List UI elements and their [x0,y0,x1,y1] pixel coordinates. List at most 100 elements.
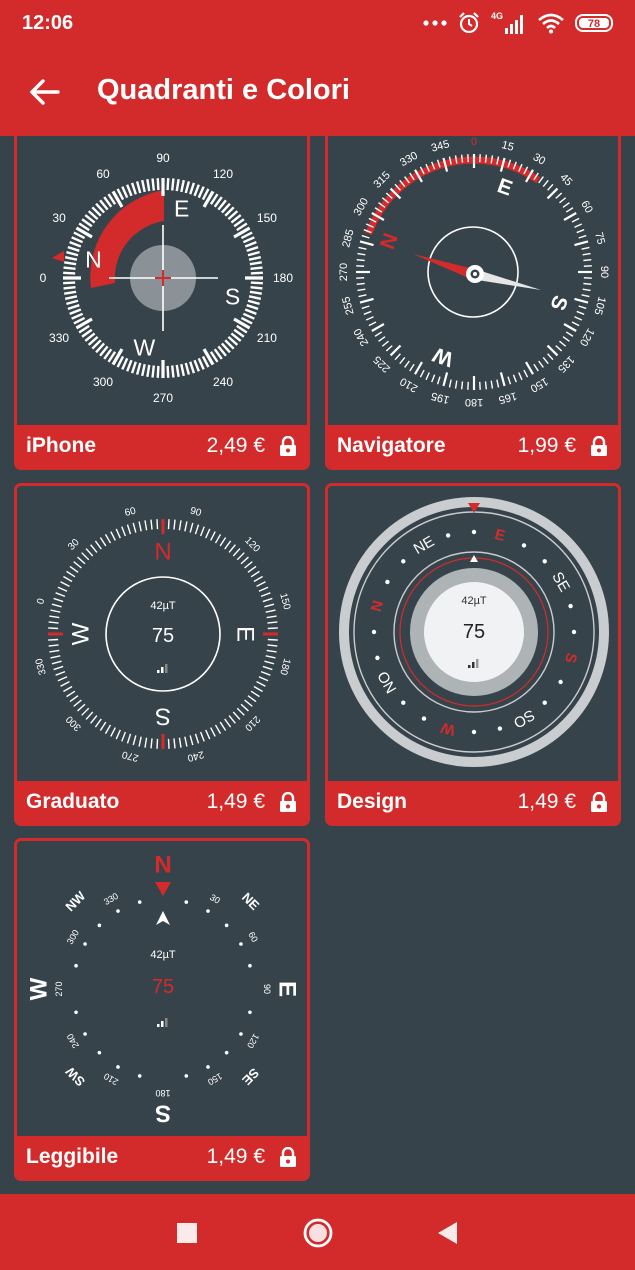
degree-label: 150 [206,1071,224,1087]
compass-face-leggibile: 306090120150180210240270300330 NESWNESES… [26,852,301,1127]
tick [249,290,262,295]
tick [219,721,227,731]
tick [499,372,506,387]
dial-preview-leggibile: 30 60 90 120 150 180 210 240 270 300 330 N E S W NE SE S… [17,841,307,1137]
tick [266,615,277,619]
tick [178,520,182,531]
ring-label: NE [411,533,438,558]
tick [175,364,180,377]
tick [63,281,76,285]
back-button[interactable] [24,70,68,114]
tick [121,357,129,370]
cardinal-label: N [376,230,403,252]
tick [81,552,90,561]
ring-dot [542,559,547,564]
tick [247,565,257,573]
ring-dot [97,923,102,928]
dial-card-graduato[interactable]: 0 30 60 90 120 150 180 210 240 270 300 330 N E S W 42µ… [14,483,310,826]
home-button[interactable] [301,1216,335,1250]
tick [236,552,245,561]
tick [63,271,76,275]
tick [171,365,175,378]
tick [436,376,441,385]
tick [242,236,255,244]
tick [571,321,580,327]
degree-label: 30 [52,211,66,225]
dial-preview-iphone: 60 90 120 150 180 210 240 270 300 330 0 30 N E S W [17,136,307,425]
more-dots-icon [423,20,447,26]
ring-dot [248,1010,252,1015]
tick [250,570,260,578]
tick [193,184,200,197]
tick [67,245,80,252]
degree-label: 150 [257,211,277,225]
tick [69,695,79,703]
tick [156,519,159,530]
cardinal-label: E [274,981,301,997]
tick [156,178,160,191]
dial-card-navigatore[interactable]: 0 15 30 45 60 75 90 105 120 135 150 165 180 195 210 225… [325,136,621,470]
degree-label: 240 [352,326,372,348]
ring-dot [421,716,427,721]
degree-label: 90 [156,151,170,165]
tick [69,241,82,248]
tick [356,282,365,286]
dial-card-design[interactable]: N NE E SE S SO W NO 42µT 75 Design 1,49 € [325,483,621,826]
degree-label: 330 [49,331,69,345]
tick [144,520,148,531]
ring-label: SE [548,569,573,595]
tick [555,192,563,199]
tick [547,183,554,191]
degree-label: 240 [65,1032,81,1050]
recents-button[interactable] [170,1216,204,1250]
cardinal-label: W [26,977,53,1000]
tick [85,711,94,720]
tick [253,575,263,583]
dial-preview-graduato: 0 30 60 90 120 150 180 210 240 270 300 330 N E S W 42µ… [17,486,307,782]
tick [121,526,127,537]
tick [267,621,278,624]
tick [48,627,59,630]
tick [94,540,102,550]
tick [358,246,367,250]
tick [199,731,205,742]
tick [248,256,262,261]
tick [236,707,245,716]
ring-dot [401,559,406,564]
ring-dot [471,529,477,535]
degree-label: 30 [531,151,548,168]
tick [242,312,255,320]
tick [583,258,592,262]
tick [189,182,196,195]
field-strength: 42µT [150,949,176,961]
back-nav-button[interactable] [430,1216,464,1250]
degree-label: 195 [430,389,451,405]
dial-card-leggibile[interactable]: 30 60 90 120 150 180 210 240 270 300 330 N E S W NE SE S… [14,838,310,1181]
card-footer: Design 1,49 € [328,781,618,823]
tick [359,240,374,247]
degree-label: 300 [93,375,113,389]
tick [150,738,153,749]
tick [173,738,176,749]
tick [71,312,84,320]
tick [574,240,589,247]
tick [249,261,262,266]
tick [156,738,159,749]
ring-dot [401,700,406,705]
tick [404,360,410,368]
tick [104,534,112,544]
tick [357,252,366,256]
ring-label: NO [374,668,400,696]
tick [484,381,488,390]
degree-label: 120 [213,167,233,181]
card-footer: Navigatore 1,99 € [328,425,618,467]
tick [260,592,271,598]
tick [90,715,98,724]
tick [546,187,559,200]
app-bar: Quadranti e Colori [0,48,635,136]
tick [533,363,539,372]
dial-card-iphone[interactable]: 60 90 120 150 180 210 240 270 300 330 0 30 N E S W iPh… [14,136,310,470]
tick [262,597,273,603]
tick [431,374,436,383]
tick [194,524,200,535]
